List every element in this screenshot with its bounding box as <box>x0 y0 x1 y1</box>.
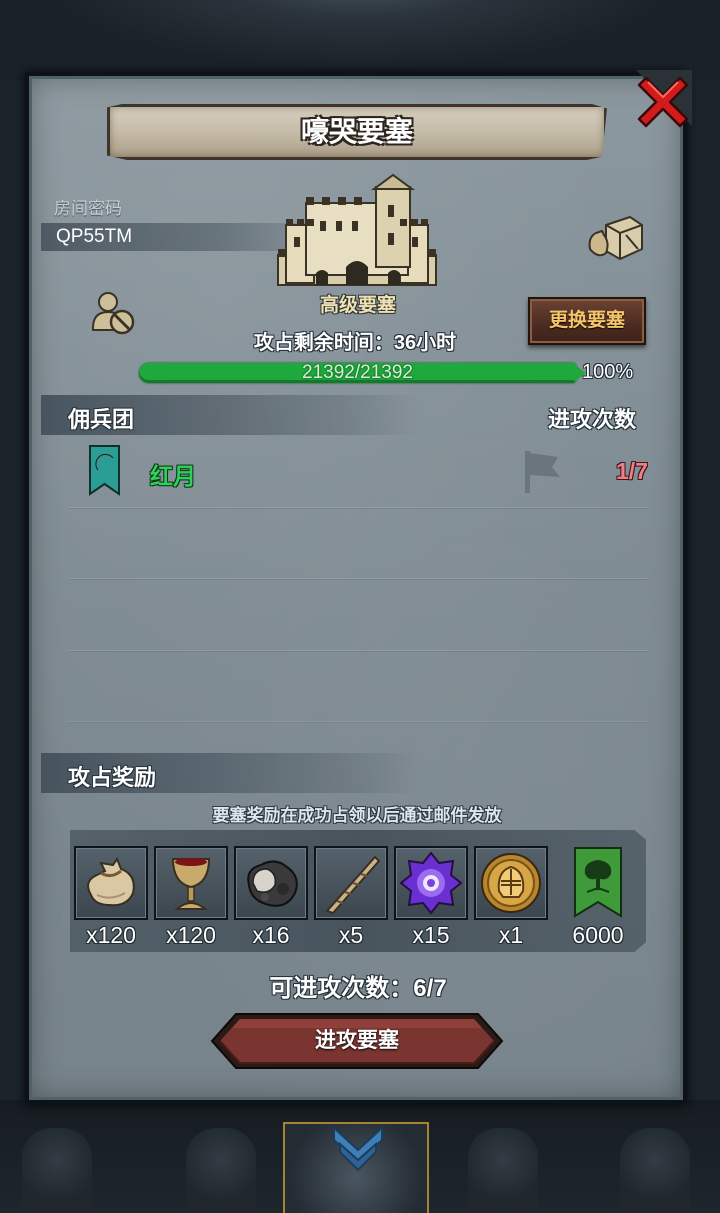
ore-icon <box>247 860 298 907</box>
fortress-hp-percent: 100% <box>582 361 634 383</box>
helmet-coin-icon <box>481 853 541 913</box>
nav-chevron-icon <box>333 1125 383 1172</box>
fortress-hp-text: 21392/21392 <box>302 362 413 383</box>
mercenary-header: 佣兵团 <box>68 407 135 432</box>
sack-icon <box>87 856 135 907</box>
list-divider <box>68 578 648 579</box>
reward-item-ore[interactable] <box>234 846 308 920</box>
list-divider <box>68 650 648 651</box>
goblet-icon <box>171 858 211 910</box>
fortress-type: 高级要塞 <box>319 295 396 316</box>
nav-helmet-icon[interactable] <box>186 1128 256 1208</box>
guild-banner-icon <box>89 445 120 496</box>
list-divider <box>68 721 648 722</box>
nav-knight-icon[interactable] <box>22 1128 92 1208</box>
dialog-title: 嚎哭要塞 <box>300 116 413 147</box>
room-code-label: 房间密码 <box>54 199 122 218</box>
purple-gem-icon <box>399 851 463 915</box>
reward-qty: x16 <box>252 922 290 948</box>
mercenary-attacks: 1/7 <box>616 458 648 484</box>
reward-qty: x1 <box>498 922 524 948</box>
reward-item-sack[interactable] <box>74 846 148 920</box>
reward-item-purple-gem[interactable] <box>394 846 468 920</box>
attacks-header: 进攻次数 <box>548 407 637 432</box>
attack-count: 可进攻次数：6/7 <box>269 975 447 1002</box>
reward-item-goblet[interactable] <box>154 846 228 920</box>
room-code-value: QP55TM <box>56 226 133 247</box>
close-icon[interactable] <box>632 68 694 130</box>
attack-fortress-button[interactable]: 进攻要塞 <box>210 1012 504 1070</box>
rewards-header: 攻占奖励 <box>68 765 157 790</box>
supply-crate-icon[interactable] <box>586 213 644 261</box>
reward-qty: 6000 <box>572 922 624 948</box>
nav-castle-icon[interactable] <box>468 1128 538 1208</box>
player-block-icon[interactable] <box>91 290 137 336</box>
nav-ship-icon[interactable] <box>620 1128 690 1208</box>
flag-icon <box>525 451 560 493</box>
tree-banner-icon[interactable] <box>573 846 623 918</box>
fortress-hp-bar: 21392/21392 <box>139 362 586 383</box>
reward-qty: x120 <box>166 922 216 948</box>
castle-icon <box>277 173 437 286</box>
reward-item-horn[interactable] <box>314 846 388 920</box>
remaining-time: 攻占剩余时间：36小时 <box>253 332 457 354</box>
reward-qty: x5 <box>338 922 364 948</box>
background-top <box>0 0 720 80</box>
reward-qty: x15 <box>412 922 450 948</box>
change-fortress-button[interactable]: 更换要塞 <box>528 297 646 345</box>
horn-icon <box>325 855 381 915</box>
reward-item-helmet-coin[interactable] <box>474 846 548 920</box>
rewards-note: 要塞奖励在成功占领以后通过邮件发放 <box>212 806 502 825</box>
mercenary-name[interactable]: 红月 <box>150 457 196 491</box>
list-divider <box>68 507 648 508</box>
reward-qty: x120 <box>86 922 136 948</box>
